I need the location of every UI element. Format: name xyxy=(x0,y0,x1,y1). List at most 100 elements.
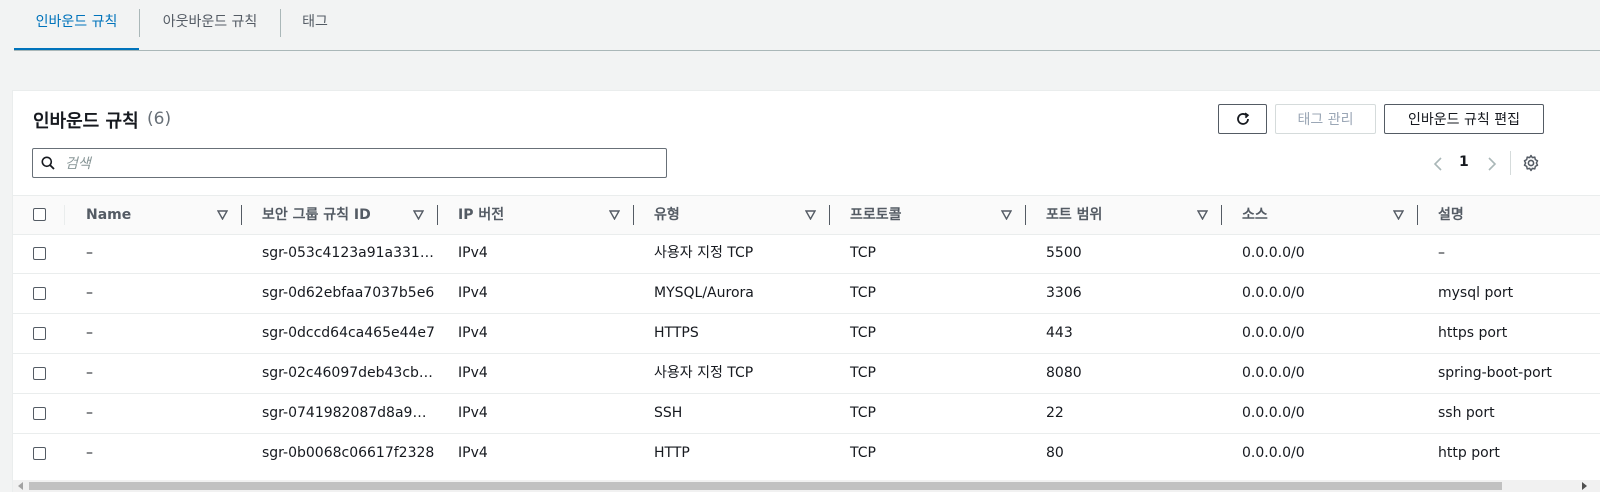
sort-icon[interactable] xyxy=(805,210,816,220)
row-checkbox[interactable] xyxy=(33,327,46,340)
sort-icon[interactable] xyxy=(217,210,228,220)
row-checkbox[interactable] xyxy=(33,407,46,420)
cell-rule-id: sgr-0741982087d8a9… xyxy=(262,405,427,421)
cell-port-range: 443 xyxy=(1046,325,1073,341)
horizontal-scrollbar[interactable] xyxy=(13,480,1600,492)
column-header-rule-id[interactable]: 보안 그룹 규칙 ID xyxy=(262,196,371,234)
panel-title: 인바운드 규칙 xyxy=(33,111,139,132)
cell-rule-id: sgr-0b0068c06617f2328 xyxy=(262,445,435,461)
cell-type: 사용자 지정 TCP xyxy=(654,365,754,381)
cell-name: – xyxy=(86,245,93,261)
column-header-description[interactable]: 설명 xyxy=(1438,196,1464,234)
cell-name: – xyxy=(86,325,93,341)
edit-inbound-rules-button[interactable]: 인바운드 규칙 편집 xyxy=(1384,104,1544,134)
pager-divider xyxy=(1510,151,1511,175)
column-resizer[interactable] xyxy=(1221,205,1222,225)
column-header-protocol[interactable]: 프로토콜 xyxy=(850,196,902,234)
cell-rule-id: sgr-02c46097deb43cb… xyxy=(262,365,433,381)
cell-source: 0.0.0.0/0 xyxy=(1242,405,1305,421)
scroll-left-arrow-icon[interactable] xyxy=(18,482,23,490)
cell-protocol: TCP xyxy=(850,285,876,301)
cell-port-range: 8080 xyxy=(1046,365,1082,381)
search-icon xyxy=(41,156,55,170)
cell-port-range: 5500 xyxy=(1046,245,1082,261)
next-page-icon[interactable] xyxy=(1486,156,1498,172)
table-row[interactable]: – sgr-0b0068c06617f2328 IPv4 HTTP TCP 80… xyxy=(13,434,1600,473)
cell-port-range: 3306 xyxy=(1046,285,1082,301)
cell-name: – xyxy=(86,285,93,301)
cell-name: – xyxy=(86,365,93,381)
cell-rule-id: sgr-0dccd64ca465e44e7 xyxy=(262,325,435,341)
cell-description: http port xyxy=(1438,445,1500,461)
cell-port-range: 80 xyxy=(1046,445,1064,461)
table-row[interactable]: – sgr-053c4123a91a331… IPv4 사용자 지정 TCP T… xyxy=(13,234,1600,274)
column-header-type[interactable]: 유형 xyxy=(654,196,680,234)
cell-rule-id: sgr-053c4123a91a331… xyxy=(262,245,434,261)
previous-page-icon[interactable] xyxy=(1432,156,1444,172)
column-resizer[interactable] xyxy=(437,205,438,225)
sort-icon[interactable] xyxy=(609,210,620,220)
row-checkbox[interactable] xyxy=(33,247,46,260)
column-resizer[interactable] xyxy=(241,205,242,225)
column-resizer[interactable] xyxy=(829,205,830,225)
sort-icon[interactable] xyxy=(1393,210,1404,220)
search-input[interactable] xyxy=(63,151,657,177)
cell-description: ssh port xyxy=(1438,405,1495,421)
sort-icon[interactable] xyxy=(413,210,424,220)
table-row[interactable]: – sgr-0dccd64ca465e44e7 IPv4 HTTPS TCP 4… xyxy=(13,314,1600,354)
cell-ip-version: IPv4 xyxy=(458,405,488,421)
tab-bar: 인바운드 규칙 아웃바운드 규칙 태그 xyxy=(14,0,1600,51)
column-divider xyxy=(64,205,65,225)
cell-ip-version: IPv4 xyxy=(458,245,488,261)
cell-name: – xyxy=(86,445,93,461)
cell-rule-id: sgr-0d62ebfaa7037b5e6 xyxy=(262,285,435,301)
cell-description: spring-boot-port xyxy=(1438,365,1552,381)
column-resizer[interactable] xyxy=(1025,205,1026,225)
sort-icon[interactable] xyxy=(1197,210,1208,220)
sort-icon[interactable] xyxy=(1001,210,1012,220)
column-header-source[interactable]: 소스 xyxy=(1242,196,1268,234)
row-checkbox[interactable] xyxy=(33,367,46,380)
table-row[interactable]: – sgr-0d62ebfaa7037b5e6 IPv4 MYSQL/Auror… xyxy=(13,274,1600,314)
cell-ip-version: IPv4 xyxy=(458,325,488,341)
cell-protocol: TCP xyxy=(850,325,876,341)
select-all-checkbox[interactable] xyxy=(33,208,46,221)
row-checkbox[interactable] xyxy=(33,287,46,300)
search-box xyxy=(32,148,667,178)
scrollbar-thumb[interactable] xyxy=(29,482,1502,490)
table-row[interactable]: – sgr-0741982087d8a9… IPv4 SSH TCP 22 0.… xyxy=(13,394,1600,434)
cell-type: MYSQL/Aurora xyxy=(654,285,754,301)
cell-ip-version: IPv4 xyxy=(458,445,488,461)
column-header-ip-version[interactable]: IP 버전 xyxy=(458,196,504,234)
cell-type: 사용자 지정 TCP xyxy=(654,245,754,261)
cell-ip-version: IPv4 xyxy=(458,365,488,381)
manage-tags-button[interactable]: 태그 관리 xyxy=(1275,104,1376,134)
refresh-icon xyxy=(1236,111,1249,125)
cell-description: https port xyxy=(1438,325,1508,341)
cell-description: – xyxy=(1438,245,1445,261)
column-header-name[interactable]: Name xyxy=(86,196,131,234)
cell-type: HTTPS xyxy=(654,325,699,341)
column-resizer[interactable] xyxy=(1417,205,1418,225)
cell-protocol: TCP xyxy=(850,245,876,261)
refresh-button[interactable] xyxy=(1218,104,1267,134)
row-checkbox[interactable] xyxy=(33,447,46,460)
cell-protocol: TCP xyxy=(850,405,876,421)
scroll-right-arrow-icon[interactable] xyxy=(1582,482,1587,490)
table-row[interactable]: – sgr-02c46097deb43cb… IPv4 사용자 지정 TCP T… xyxy=(13,354,1600,394)
column-header-port-range[interactable]: 포트 범위 xyxy=(1046,196,1102,234)
tab-tags[interactable]: 태그 xyxy=(281,0,349,50)
cell-port-range: 22 xyxy=(1046,405,1064,421)
tab-inbound-rules[interactable]: 인바운드 규칙 xyxy=(14,0,139,50)
cell-name: – xyxy=(86,405,93,421)
table-header: Name 보안 그룹 규칙 ID IP 버전 유형 프로토콜 포트 범위 소스 … xyxy=(13,195,1600,235)
cell-source: 0.0.0.0/0 xyxy=(1242,365,1305,381)
tab-outbound-rules[interactable]: 아웃바운드 규칙 xyxy=(140,0,280,50)
current-page-number[interactable]: 1 xyxy=(1459,154,1469,170)
cell-type: HTTP xyxy=(654,445,690,461)
cell-source: 0.0.0.0/0 xyxy=(1242,245,1305,261)
rule-count: (6) xyxy=(147,109,172,129)
inbound-rules-panel: 인바운드 규칙 (6) 태그 관리 인바운드 규칙 편집 1 Name 보안 그… xyxy=(12,90,1600,492)
column-resizer[interactable] xyxy=(633,205,634,225)
settings-gear-icon[interactable] xyxy=(1522,154,1540,172)
